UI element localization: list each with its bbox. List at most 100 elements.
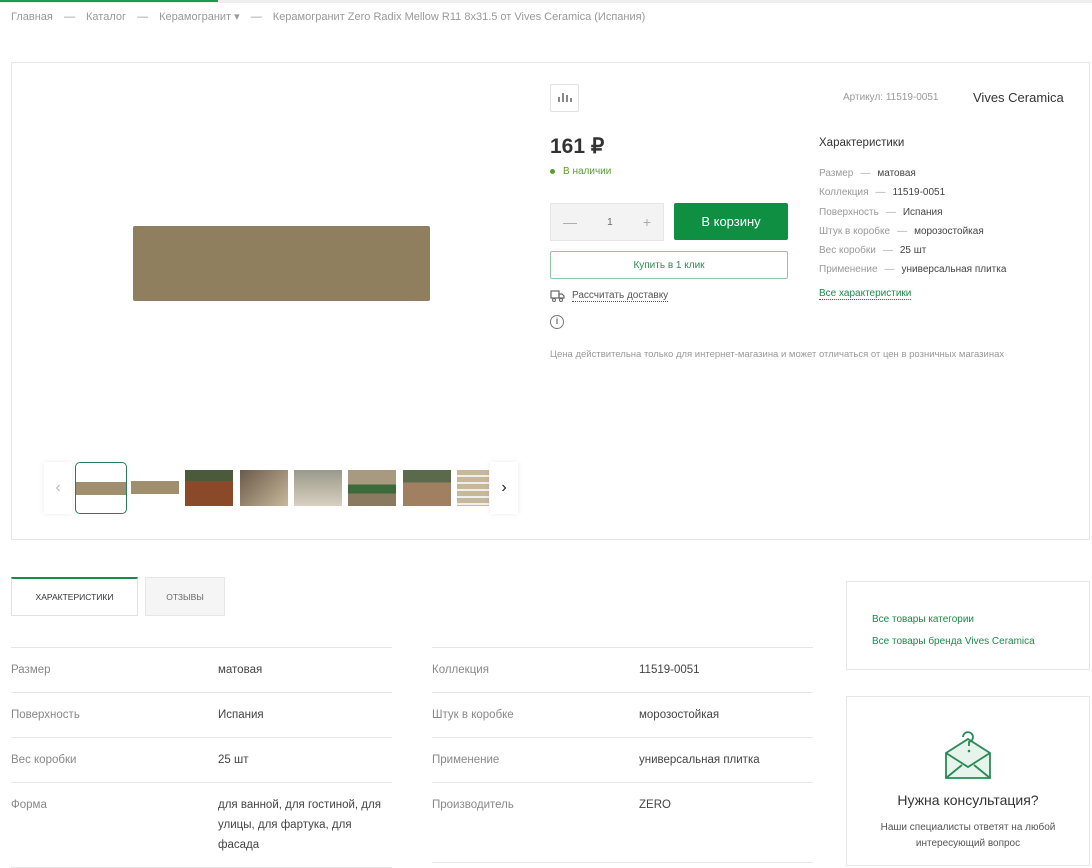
info-icon[interactable]: i bbox=[550, 315, 564, 329]
consultation-text: Наши специалисты ответят на любой интере… bbox=[880, 822, 1056, 849]
buy-one-click-button[interactable]: Купить в 1 клик bbox=[550, 251, 788, 279]
calculate-delivery-link[interactable]: Рассчитать доставку bbox=[550, 290, 669, 302]
spec-value: матовая bbox=[877, 168, 916, 179]
breadcrumb-separator: — bbox=[63, 11, 75, 23]
spec-label: Вес коробки bbox=[819, 245, 876, 257]
table-row: Применение универсальная плитка bbox=[432, 737, 813, 782]
qty-minus-button[interactable]: — bbox=[563, 214, 577, 230]
spec-item: Штук в коробке — морозостойкая bbox=[819, 222, 1006, 241]
spec-item: Размер — матовая bbox=[819, 164, 1006, 183]
price-note: Цена действительна только для интернет-м… bbox=[550, 349, 1005, 360]
breadcrumb: Главная — Каталог — Керамогранит ▾ — Кер… bbox=[11, 10, 653, 23]
spec-label: Размер bbox=[11, 664, 51, 676]
thumbnail[interactable] bbox=[240, 470, 288, 506]
spec-separator: — bbox=[875, 187, 886, 199]
tab-reviews[interactable]: ОТЗЫВЫ bbox=[145, 577, 225, 616]
spec-label: Коллекция bbox=[819, 187, 869, 199]
spec-label: Коллекция bbox=[432, 664, 489, 676]
thumbnail[interactable] bbox=[294, 470, 342, 506]
spec-value: универсальная плитка bbox=[901, 264, 1007, 276]
consultation-box: Нужна консультация? Наши специалисты отв… bbox=[846, 696, 1090, 866]
spec-value: универсальная плитка bbox=[639, 754, 760, 766]
gallery-prev-button[interactable]: ‹ bbox=[44, 462, 72, 514]
quantity-input[interactable]: 1 bbox=[607, 217, 613, 228]
table-row: Поверхность Испания bbox=[11, 692, 392, 737]
truck-icon bbox=[550, 290, 565, 302]
specs-table-right: Коллекция 11519-0051 Штук в коробке морозо… bbox=[432, 647, 813, 863]
table-row: Производитель ZERO bbox=[432, 782, 813, 863]
thumbnail[interactable] bbox=[131, 481, 179, 494]
spec-separator: — bbox=[884, 264, 895, 276]
table-row: Штук в коробке морозостойкая bbox=[432, 692, 813, 737]
table-row: Форма для ванной, для гостиной, для улицы… bbox=[11, 782, 392, 868]
spec-separator: — bbox=[897, 225, 908, 237]
table-row: Размер матовая bbox=[11, 647, 392, 692]
chart-bars-icon bbox=[557, 93, 572, 102]
related-links-box: Все товары категории Все товары бренда V… bbox=[846, 581, 1090, 670]
consultation-title: Нужна консультация? bbox=[897, 792, 1039, 808]
short-specs-list: Размер — матовая Коллекция — 11519-0051 Пове… bbox=[819, 164, 1006, 280]
breadcrumb-category[interactable]: Керамогранит ▾ bbox=[159, 11, 240, 23]
spec-value: 11519-0051 bbox=[892, 187, 946, 199]
spec-label: Поверхность bbox=[11, 709, 80, 721]
spec-separator: — bbox=[860, 168, 871, 179]
page-load-progress bbox=[0, 0, 1092, 3]
qty-plus-button[interactable]: + bbox=[643, 214, 651, 230]
spec-value: для ванной, для гостиной, для улицы, для… bbox=[218, 799, 381, 851]
table-row: Вес коробки 25 шт bbox=[11, 737, 392, 782]
short-specs-title: Характеристики bbox=[819, 137, 905, 149]
thumbnail-selected[interactable] bbox=[75, 462, 127, 514]
brand-name[interactable]: Vives Ceramica bbox=[973, 90, 1064, 105]
breadcrumb-current: Керамогранит Zero Radix Mellow R11 8x31.… bbox=[272, 11, 646, 23]
brand-products-link[interactable]: Все товары бренда Vives Ceramica bbox=[872, 631, 1089, 653]
spec-value: ZERO bbox=[639, 799, 671, 811]
breadcrumb-catalog[interactable]: Каталог bbox=[86, 11, 126, 23]
gallery-next-button[interactable]: › bbox=[490, 462, 518, 514]
spec-separator: — bbox=[885, 206, 896, 218]
thumbnail[interactable] bbox=[403, 470, 451, 506]
spec-label: Вес коробки bbox=[11, 754, 77, 766]
spec-label: Производитель bbox=[432, 799, 514, 811]
spec-item: Вес коробки — 25 шт bbox=[819, 241, 1006, 260]
breadcrumb-separator: — bbox=[250, 11, 262, 23]
product-main-image[interactable] bbox=[133, 226, 430, 301]
envelope-question-icon bbox=[945, 731, 991, 779]
thumbnail[interactable] bbox=[185, 470, 233, 506]
spec-value: 25 шт bbox=[899, 245, 927, 257]
all-specs-link[interactable]: Все характеристики bbox=[819, 288, 912, 300]
quantity-stepper: — 1 + bbox=[550, 203, 664, 241]
price: 161 ₽ bbox=[550, 135, 605, 158]
status-dot-icon bbox=[550, 168, 555, 174]
chevron-left-icon: ‹ bbox=[55, 479, 61, 496]
spec-value: Испания bbox=[902, 206, 943, 218]
compare-button[interactable] bbox=[550, 84, 579, 112]
tab-specs[interactable]: ХАРАКТЕРИСТИКИ bbox=[11, 577, 138, 616]
category-products-link[interactable]: Все товары категории bbox=[872, 609, 1089, 631]
article-number: Артикул: 11519-0051 bbox=[843, 92, 939, 103]
chevron-right-icon: › bbox=[501, 479, 507, 496]
delivery-label: Рассчитать доставку bbox=[572, 290, 669, 302]
spec-label: Применение bbox=[432, 754, 500, 766]
spec-value: матовая bbox=[218, 664, 263, 676]
spec-label: Применение bbox=[819, 264, 878, 276]
spec-separator: — bbox=[882, 245, 893, 257]
table-row: Коллекция 11519-0051 bbox=[432, 647, 813, 692]
spec-item: Поверхность — Испания bbox=[819, 203, 1006, 222]
gallery-thumbnails: ‹ › bbox=[44, 462, 520, 514]
spec-label: Поверхность bbox=[819, 206, 879, 218]
spec-value: 25 шт bbox=[218, 754, 249, 766]
specs-table-left: Размер матовая Поверхность Испания Вес кор… bbox=[11, 647, 392, 868]
spec-label: Форма bbox=[11, 799, 47, 811]
spec-label: Штук в коробке bbox=[819, 225, 891, 237]
spec-item: Применение — универсальная плитка bbox=[819, 260, 1006, 279]
thumbnail[interactable] bbox=[457, 470, 489, 506]
spec-label: Штук в коробке bbox=[432, 709, 514, 721]
breadcrumb-home[interactable]: Главная bbox=[11, 11, 53, 23]
breadcrumb-separator: — bbox=[137, 11, 149, 23]
spec-value: морозостойкая bbox=[639, 709, 720, 721]
thumbnail[interactable] bbox=[348, 470, 396, 506]
add-to-cart-button[interactable]: В корзину bbox=[674, 203, 788, 240]
spec-item: Коллекция — 11519-0051 bbox=[819, 183, 1006, 202]
stock-status: В наличии bbox=[550, 166, 611, 177]
spec-label: Размер bbox=[819, 168, 854, 179]
